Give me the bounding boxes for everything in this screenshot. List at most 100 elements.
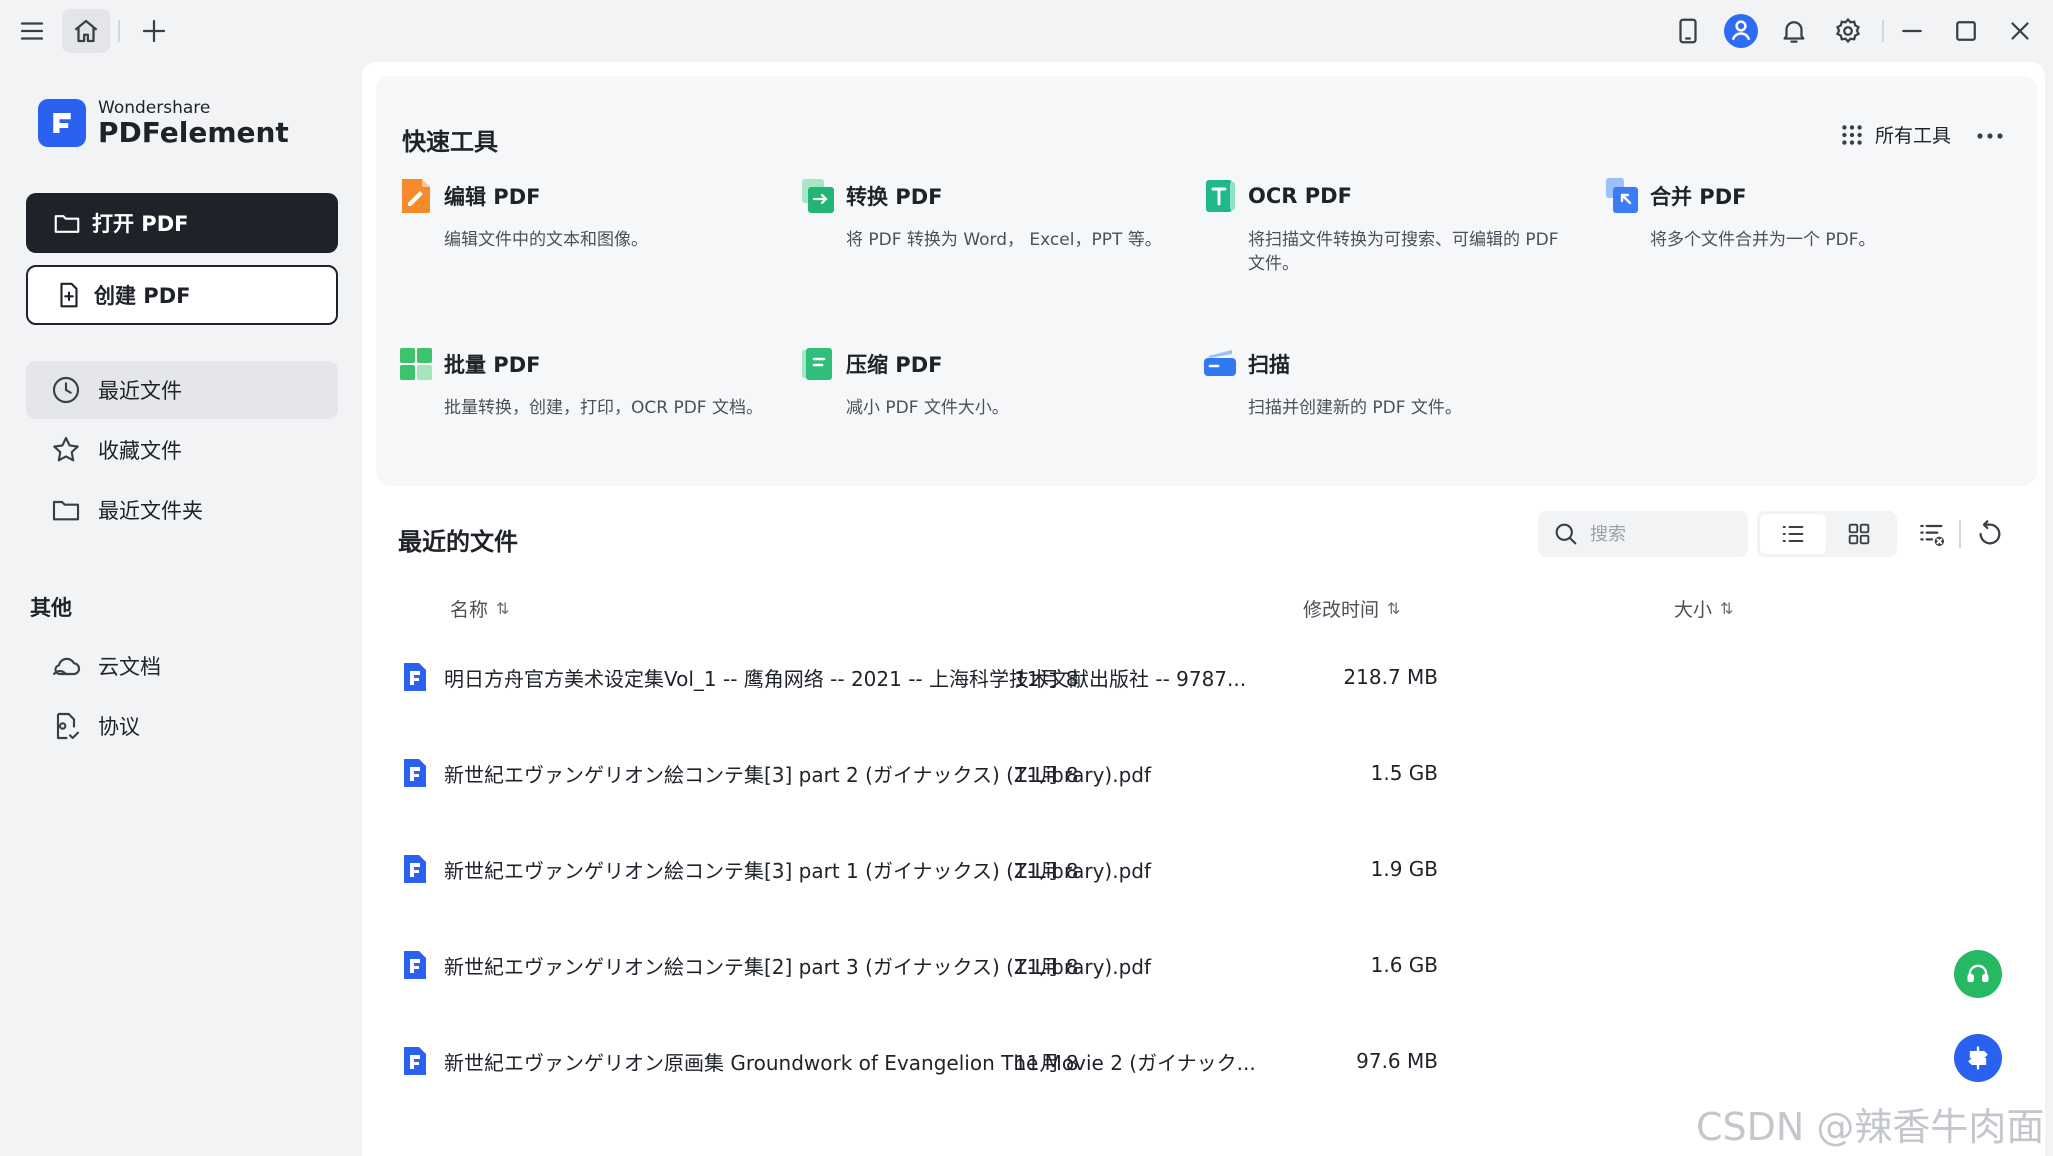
- column-modified-label: 修改时间: [1303, 599, 1380, 621]
- headset-icon: [1967, 964, 1989, 983]
- search-icon: [1555, 523, 1577, 545]
- file-size: 218.7 MB: [1343, 665, 1438, 689]
- sidebar-item-label: 收藏文件: [98, 439, 182, 463]
- tool-name: 转换 PDF: [846, 185, 943, 209]
- pdf-file-icon: [404, 855, 426, 883]
- file-date: 11月 8: [1014, 954, 1079, 979]
- agreement-icon: [56, 712, 80, 740]
- file-size: 1.6 GB: [1370, 953, 1438, 977]
- edit-pdf-icon: [402, 179, 430, 213]
- cloud-icon: [52, 657, 81, 676]
- tablet-icon[interactable]: [1664, 9, 1712, 53]
- sidebar-item-agreement[interactable]: 协议: [26, 697, 338, 755]
- gear-icon[interactable]: [1824, 9, 1872, 53]
- table-row[interactable]: 新世紀エヴァンゲリオン絵コンテ集[2] part 3 (ガイナックス) (Z-L…: [402, 935, 1782, 995]
- pdf-file-icon: [404, 1047, 426, 1075]
- avatar: [1724, 14, 1758, 48]
- folder-icon: [52, 500, 80, 521]
- file-name: 新世紀エヴァンゲリオン絵コンテ集[2] part 3 (ガイナックス) (Z-L…: [444, 954, 1151, 979]
- more-icon[interactable]: [1975, 128, 2005, 144]
- tool-edit-pdf[interactable]: 编辑 PDF 编辑文件中的文本和图像。: [398, 174, 778, 252]
- assistant-button[interactable]: [1954, 1034, 2002, 1082]
- sidebar-item-cloud[interactable]: 云文档: [26, 637, 338, 695]
- tool-ocr-pdf[interactable]: OCR PDF 将扫描文件转换为可搜索、可编辑的 PDF 文件。: [1202, 174, 1582, 276]
- tool-name: OCR PDF: [1248, 184, 1352, 208]
- tool-name: 批量 PDF: [444, 353, 541, 377]
- tool-desc: 将多个文件合并为一个 PDF。: [1650, 230, 1876, 250]
- divider: [1882, 20, 1884, 42]
- menu-icon[interactable]: [8, 9, 56, 53]
- minimize-icon[interactable]: [1888, 9, 1936, 53]
- grid-icon: [1848, 523, 1870, 545]
- file-plus-icon: [60, 282, 78, 308]
- plus-icon[interactable]: [130, 9, 178, 53]
- open-pdf-button[interactable]: 打开 PDF: [26, 193, 338, 253]
- file-name: 新世紀エヴァンゲリオン原画集 Groundwork of Evangelion …: [444, 1050, 1256, 1075]
- clock-icon: [52, 376, 80, 404]
- sort-icon: ⇅: [496, 599, 510, 618]
- tool-name: 编辑 PDF: [444, 185, 541, 209]
- close-icon[interactable]: [1996, 9, 2044, 53]
- open-pdf-label: 打开 PDF: [92, 212, 189, 236]
- all-tools-label: 所有工具: [1874, 125, 1951, 147]
- table-row[interactable]: 新世紀エヴァンゲリオン原画集 Groundwork of Evangelion …: [402, 1031, 1782, 1091]
- merge-pdf-icon: [1606, 178, 1638, 213]
- ocr-pdf-icon: [1206, 180, 1235, 212]
- recent-files-title: 最近的文件: [398, 528, 518, 556]
- file-date: 11月 8: [1014, 666, 1079, 691]
- section-label-other: 其他: [30, 596, 72, 620]
- file-date: 11月 8: [1014, 858, 1079, 883]
- pdf-file-icon: [404, 663, 426, 691]
- tool-desc: 编辑文件中的文本和图像。: [444, 230, 648, 250]
- list-icon: [1782, 525, 1804, 543]
- pdfelement-logo-icon: [38, 99, 86, 147]
- file-date: 11月 8: [1014, 762, 1079, 787]
- sidebar: Wondershare PDFelement 打开 PDF 创建 PDF 最近文…: [0, 62, 362, 1156]
- quick-tools-panel: 快速工具 所有工具 编辑 PDF 编辑文件中的文本和图像。 转换 PDF 将 P…: [376, 76, 2037, 486]
- tool-desc: 将 PDF 转换为 Word， Excel，PPT 等。: [846, 230, 1162, 250]
- column-header-size[interactable]: 大小 ⇅: [1674, 595, 1733, 622]
- maximize-icon[interactable]: [1942, 9, 1990, 53]
- clear-list-button[interactable]: [1912, 514, 1952, 554]
- home-icon[interactable]: [62, 9, 110, 53]
- user-icon[interactable]: [1717, 9, 1765, 53]
- all-tools-button[interactable]: 所有工具: [1839, 121, 1951, 148]
- tool-name: 压缩 PDF: [846, 353, 943, 377]
- refresh-icon: [1979, 520, 2001, 545]
- sidebar-item-recent[interactable]: 最近文件: [26, 361, 338, 419]
- column-header-name[interactable]: 名称 ⇅: [450, 595, 509, 622]
- table-row[interactable]: 新世紀エヴァンゲリオン絵コンテ集[3] part 2 (ガイナックス) (Z-L…: [402, 743, 1782, 803]
- column-header-modified[interactable]: 修改时间 ⇅: [1303, 595, 1400, 622]
- tool-name: 扫描: [1248, 353, 1290, 377]
- search-box: [1538, 511, 1748, 557]
- tool-convert-pdf[interactable]: 转换 PDF 将 PDF 转换为 Word， Excel，PPT 等。: [800, 174, 1180, 252]
- sidebar-item-label: 最近文件夹: [98, 499, 203, 523]
- search-input[interactable]: [1590, 523, 1740, 545]
- tool-desc: 批量转换，创建，打印，OCR PDF 文档。: [444, 398, 763, 418]
- column-name-label: 名称: [450, 599, 489, 621]
- sort-icon: ⇅: [1387, 599, 1401, 618]
- support-button[interactable]: [1954, 950, 2002, 998]
- refresh-button[interactable]: [1970, 514, 2010, 554]
- divider: [1959, 520, 1961, 548]
- tool-batch-pdf[interactable]: 批量 PDF 批量转换，创建，打印，OCR PDF 文档。: [398, 342, 778, 420]
- tool-scan[interactable]: 扫描 扫描并创建新的 PDF 文件。: [1202, 342, 1582, 420]
- grid-view-button[interactable]: [1826, 514, 1892, 554]
- table-row[interactable]: 新世紀エヴァンゲリオン絵コンテ集[3] part 1 (ガイナックス) (Z-L…: [402, 839, 1782, 899]
- create-pdf-button[interactable]: 创建 PDF: [26, 265, 338, 325]
- file-size: 97.6 MB: [1356, 1049, 1438, 1073]
- sidebar-item-recent-folders[interactable]: 最近文件夹: [26, 481, 338, 539]
- title-bar: [0, 0, 2053, 62]
- tool-merge-pdf[interactable]: 合并 PDF 将多个文件合并为一个 PDF。: [1604, 174, 1984, 252]
- app-logo: Wondershare PDFelement: [38, 98, 289, 148]
- convert-pdf-icon: [802, 179, 834, 213]
- clear-list-icon: [1920, 524, 1944, 546]
- tool-compress-pdf[interactable]: 压缩 PDF 减小 PDF 文件大小。: [800, 342, 1180, 420]
- list-view-button[interactable]: [1760, 514, 1826, 554]
- compress-pdf-icon: [802, 348, 832, 380]
- file-name: 新世紀エヴァンゲリオン絵コンテ集[3] part 1 (ガイナックス) (Z-L…: [444, 858, 1151, 883]
- sidebar-item-favorites[interactable]: 收藏文件: [26, 421, 338, 479]
- bell-icon[interactable]: [1770, 9, 1818, 53]
- pdf-file-icon: [404, 951, 426, 979]
- table-row[interactable]: 明日方舟官方美术设定集Vol_1 -- 鹰角网络 -- 2021 -- 上海科学…: [402, 647, 1782, 707]
